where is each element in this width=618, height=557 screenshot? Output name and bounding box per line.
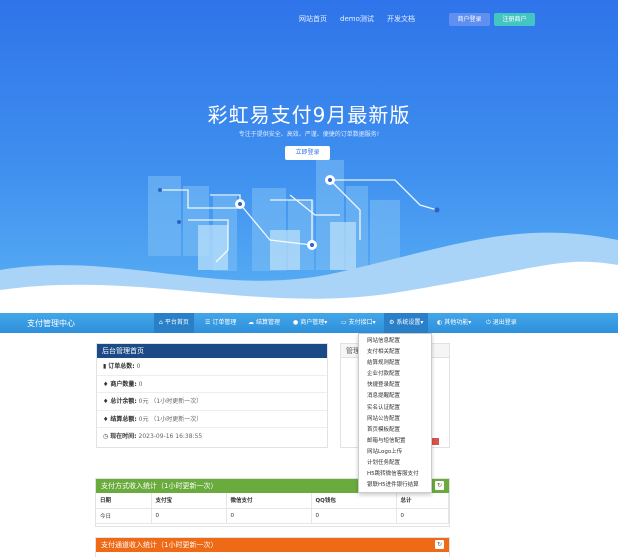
col-date: 日期 bbox=[96, 493, 152, 509]
dropdown-item-payment[interactable]: 支付相关配置 bbox=[359, 347, 431, 358]
dropdown-item-unionpay-h5[interactable]: 银联H5进件银行结算 bbox=[359, 480, 431, 491]
channel-stats-title-text: 支付通道收入统计（1小时更新一次） bbox=[101, 541, 218, 549]
menu-orders-label: 订单管理 bbox=[212, 319, 237, 326]
card-icon: ▭ bbox=[341, 319, 347, 326]
stat-value: 0元 bbox=[138, 398, 149, 405]
menu-payment-api[interactable]: ▭ 支付接口▾ bbox=[336, 313, 381, 333]
hero-banner: 网站首页 demo测试 开发文档 商户登录 注册商户 彩虹易支付9月最新版 专注… bbox=[0, 0, 618, 312]
nav-home-link[interactable]: 网站首页 bbox=[299, 14, 327, 24]
stat-label: 现在时间: bbox=[110, 433, 137, 440]
table-row: 今日 0 0 0 0 bbox=[96, 508, 449, 524]
col-total: 总计 bbox=[396, 493, 449, 509]
menu-other-label: 其他功能▾ bbox=[444, 319, 472, 326]
dropdown-item-enterprise-pay[interactable]: 企业付款配置 bbox=[359, 369, 431, 380]
stat-label: 结算总额: bbox=[110, 415, 137, 423]
admin-navbar: 支付管理中心 ⌂ 平台首页 ☰ 订单管理 ☁ 结算管理 ● 商户管理▾ ▭ 支付接口▾ ⚙… bbox=[0, 313, 618, 333]
merchant-login-button[interactable]: 商户登录 bbox=[449, 13, 490, 26]
dashboard-panel: 后台管理首页 ▮ 订单总数: 0 ♦ 商户数量: 0 ♦ 总计余额: 0元 （1… bbox=[96, 343, 328, 448]
nav-docs-link[interactable]: 开发文档 bbox=[387, 14, 415, 24]
dropdown-item-settle-rules[interactable]: 结算规则配置 bbox=[359, 358, 431, 369]
hero-subtitle: 专注于提供安全、高效、严谨、便捷的订单数据服务! bbox=[238, 131, 380, 138]
list-icon: ☰ bbox=[205, 319, 211, 326]
refresh-icon[interactable]: ↻ bbox=[435, 540, 444, 549]
menu-home-label: 平台首页 bbox=[164, 319, 189, 326]
nav-demo-link[interactable]: demo测试 bbox=[340, 14, 374, 24]
power-icon: ⏻ bbox=[486, 319, 491, 326]
stat-order-count: ▮ 订单总数: 0 bbox=[97, 358, 327, 376]
bar-chart-icon: ▮ bbox=[103, 363, 107, 370]
stat-value: 0元 bbox=[138, 415, 149, 423]
system-settings-dropdown: 网站信息配置 支付相关配置 结算规则配置 企业付款配置 快捷登录配置 消息提醒配… bbox=[358, 333, 432, 493]
gear-icon: ⚙ bbox=[389, 319, 395, 326]
stat-current-time: ◷ 现在时间: 2023-09-16 16:38:55 bbox=[97, 428, 327, 446]
menu-logout[interactable]: ⏻ 退出登录 bbox=[481, 313, 522, 333]
home-icon: ⌂ bbox=[159, 319, 163, 326]
menu-merchants[interactable]: ● 商户管理▾ bbox=[288, 313, 332, 333]
drop-icon: ♦ bbox=[103, 415, 109, 423]
menu-home[interactable]: ⌂ 平台首页 bbox=[154, 313, 194, 333]
cell-qq: 0 bbox=[311, 508, 397, 524]
dropdown-item-mail-sms[interactable]: 邮箱与短信配置 bbox=[359, 436, 431, 447]
menu-merchants-label: 商户管理▾ bbox=[300, 319, 328, 326]
cell-date: 今日 bbox=[96, 508, 152, 524]
cell-total: 0 bbox=[396, 508, 449, 524]
stat-label: 订单总数: bbox=[108, 363, 135, 370]
drop-icon: ♦ bbox=[103, 380, 109, 388]
dashboard-title: 后台管理首页 bbox=[97, 344, 327, 358]
cloud-icon: ☁ bbox=[248, 319, 254, 326]
globe-icon: ◐ bbox=[437, 319, 443, 326]
cell-alipay: 0 bbox=[151, 508, 227, 524]
dropdown-item-logo[interactable]: 网站Logo上传 bbox=[359, 447, 431, 458]
cell-wechat: 0 bbox=[226, 508, 312, 524]
hero-title: 彩虹易支付9月最新版 bbox=[207, 103, 411, 127]
channel-stats-title: 支付通道收入统计（1小时更新一次） ↻ bbox=[96, 538, 449, 552]
stat-value: 0 bbox=[138, 380, 143, 388]
login-now-button[interactable]: 立即登录 bbox=[285, 146, 330, 160]
stat-value: 2023-09-16 16:38:55 bbox=[138, 433, 203, 440]
stat-note: （1小时更新一次） bbox=[150, 398, 203, 405]
stat-total-balance: ♦ 总计余额: 0元 （1小时更新一次） bbox=[97, 393, 327, 411]
user-icon: ● bbox=[293, 319, 299, 326]
dropdown-item-realname[interactable]: 实名认证配置 bbox=[359, 403, 431, 414]
channel-stats-panel: 支付通道收入统计（1小时更新一次） ↻ bbox=[95, 537, 450, 557]
menu-system-settings-label: 系统设置▾ bbox=[396, 319, 424, 326]
dropdown-item-quick-login[interactable]: 快捷登录配置 bbox=[359, 380, 431, 391]
dropdown-item-announce[interactable]: 网站公告配置 bbox=[359, 414, 431, 425]
menu-settlement-label: 结算管理 bbox=[256, 319, 281, 326]
drop-icon: ♦ bbox=[103, 398, 109, 405]
income-stats-title-text: 支付方式收入统计（1小时更新一次） bbox=[101, 482, 218, 490]
menu-system-settings[interactable]: ⚙ 系统设置▾ bbox=[384, 313, 429, 333]
dropdown-item-cron[interactable]: 计划任务配置 bbox=[359, 458, 431, 469]
table-header-row: 日期 支付宝 微信支付 QQ钱包 总计 bbox=[96, 493, 449, 509]
stat-merchant-count: ♦ 商户数量: 0 bbox=[97, 376, 327, 393]
refresh-icon[interactable]: ↻ bbox=[435, 481, 444, 490]
menu-settlement[interactable]: ☁ 结算管理 bbox=[243, 313, 285, 333]
admin-brand[interactable]: 支付管理中心 bbox=[27, 318, 75, 329]
register-merchant-button[interactable]: 注册商户 bbox=[494, 13, 535, 26]
stat-settlement-total: ♦ 结算总额: 0元 （1小时更新一次） bbox=[97, 411, 327, 428]
stat-label: 商户数量: bbox=[110, 380, 137, 388]
dropdown-item-template[interactable]: 首页模板配置 bbox=[359, 425, 431, 436]
dropdown-item-notify[interactable]: 消息提醒配置 bbox=[359, 391, 431, 402]
clock-icon: ◷ bbox=[103, 433, 109, 440]
col-alipay: 支付宝 bbox=[151, 493, 227, 509]
dropdown-item-h5-wechat[interactable]: H5跳转微信客服支付 bbox=[359, 469, 431, 480]
menu-payment-api-label: 支付接口▾ bbox=[348, 319, 376, 326]
menu-other[interactable]: ◐ 其他功能▾ bbox=[432, 313, 476, 333]
income-table: 日期 支付宝 微信支付 QQ钱包 总计 今日 0 0 0 0 bbox=[96, 493, 449, 524]
col-wechat: 微信支付 bbox=[226, 493, 312, 509]
menu-orders[interactable]: ☰ 订单管理 bbox=[200, 313, 241, 333]
stat-value: 0 bbox=[136, 363, 141, 370]
stat-note: （1小时更新一次） bbox=[150, 415, 203, 423]
hero-nav: 网站首页 demo测试 开发文档 商户登录 注册商户 bbox=[0, 13, 618, 28]
dropdown-item-site-info[interactable]: 网站信息配置 bbox=[359, 336, 431, 347]
col-qq: QQ钱包 bbox=[311, 493, 397, 509]
menu-logout-label: 退出登录 bbox=[492, 319, 517, 326]
stat-label: 总计余额: bbox=[110, 398, 137, 405]
